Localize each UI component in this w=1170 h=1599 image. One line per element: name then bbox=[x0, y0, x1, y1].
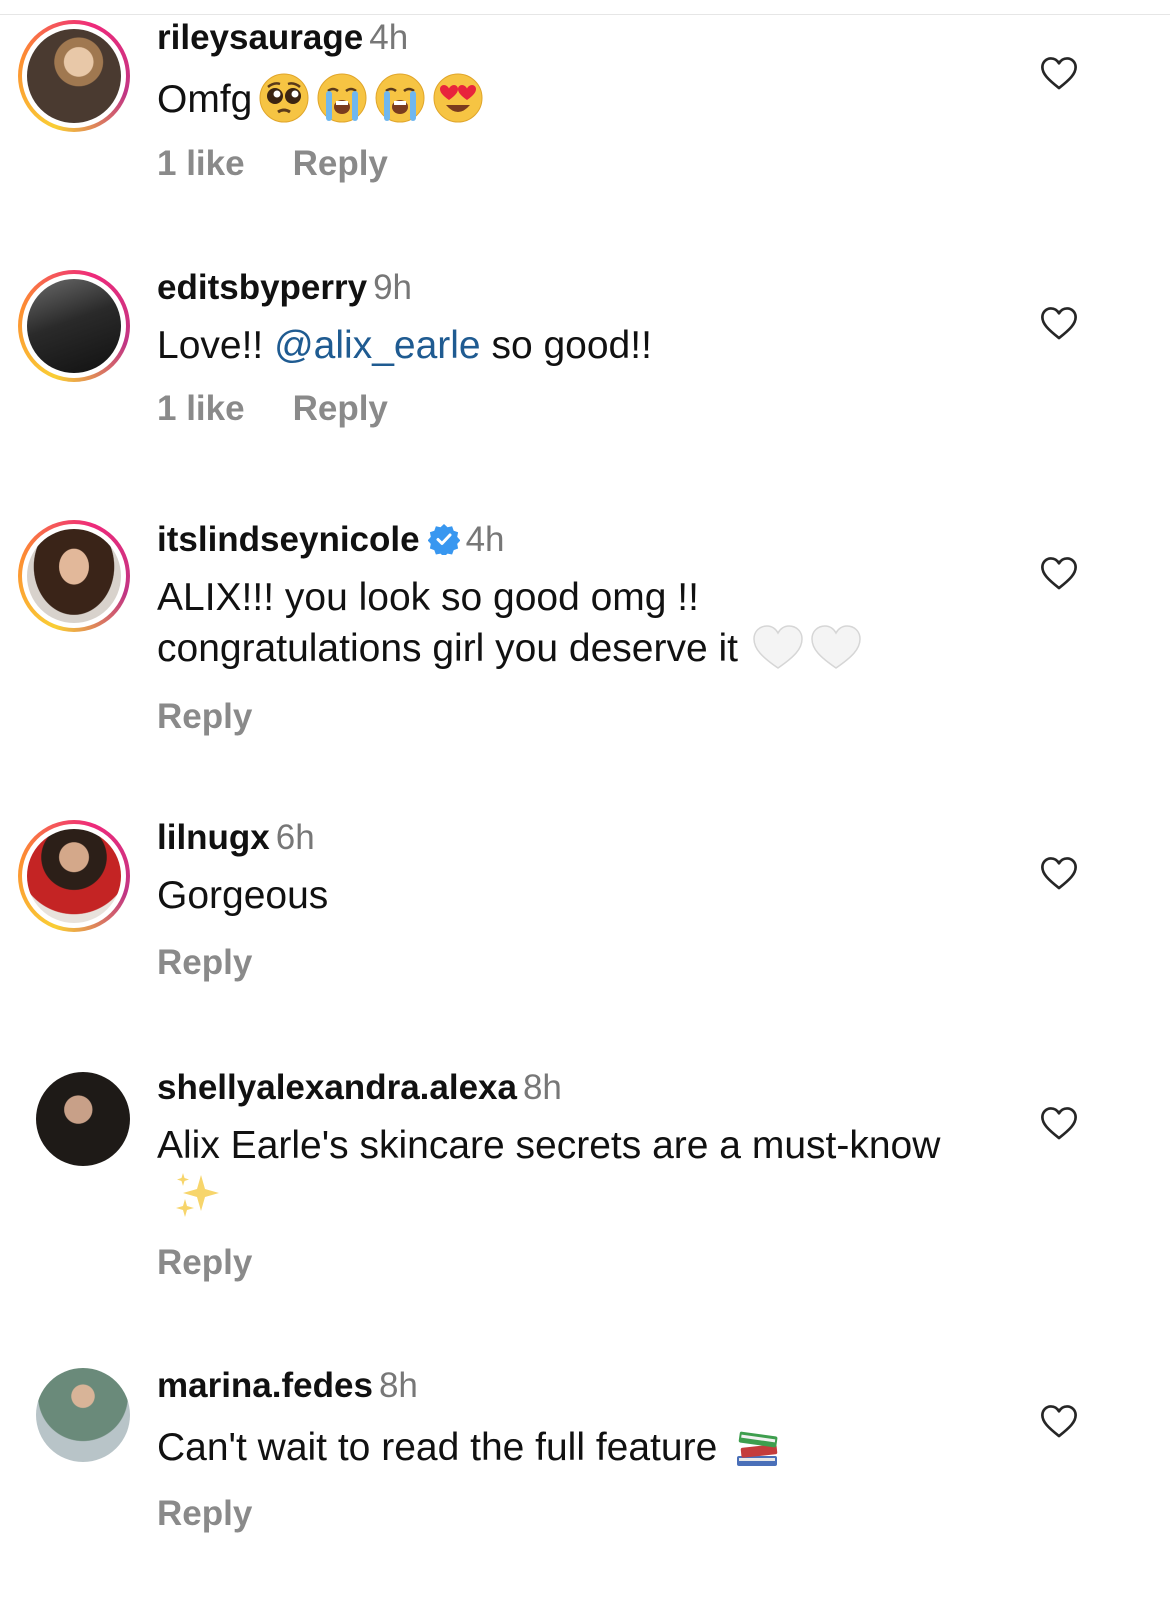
white-heart-emoji bbox=[811, 625, 861, 669]
loudly-crying-face-emoji bbox=[374, 72, 426, 124]
avatar-story-ring[interactable] bbox=[18, 820, 130, 932]
timestamp: 8h bbox=[522, 1068, 562, 1107]
username[interactable]: editsbyperry bbox=[157, 268, 367, 307]
like-count[interactable]: 1 like bbox=[157, 389, 245, 428]
reply-button[interactable]: Reply bbox=[293, 389, 388, 428]
avatar bbox=[27, 829, 121, 923]
heart-eyes-face-emoji bbox=[433, 73, 483, 123]
loudly-crying-face-emoji bbox=[316, 72, 368, 124]
timestamp: 4h bbox=[369, 18, 409, 57]
white-heart-emoji bbox=[753, 625, 803, 669]
timestamp: 4h bbox=[465, 520, 505, 559]
username[interactable]: itslindseynicole bbox=[157, 520, 420, 559]
top-divider bbox=[0, 14, 1170, 15]
verified-badge-icon bbox=[427, 524, 460, 555]
heart-outline-icon[interactable] bbox=[1040, 55, 1078, 91]
comment-text: Alix Earle's skincare secrets are a must… bbox=[157, 1124, 941, 1167]
like-count[interactable]: 1 like bbox=[157, 144, 245, 183]
comment-text: so good!! bbox=[480, 324, 652, 367]
avatar bbox=[27, 29, 121, 123]
username[interactable]: rileysaurage bbox=[157, 18, 363, 57]
heart-outline-icon[interactable] bbox=[1040, 1105, 1078, 1141]
avatar-story-ring[interactable] bbox=[18, 270, 130, 382]
reply-button[interactable]: Reply bbox=[293, 144, 388, 183]
reply-button[interactable]: Reply bbox=[157, 943, 252, 982]
timestamp: 9h bbox=[373, 268, 413, 307]
books-emoji bbox=[737, 1431, 778, 1466]
comment-text: Can't wait to read the full feature bbox=[157, 1426, 718, 1469]
avatar[interactable] bbox=[36, 1368, 130, 1462]
username[interactable]: lilnugx bbox=[157, 818, 270, 857]
pleading-face-emoji bbox=[259, 73, 309, 123]
timestamp: 8h bbox=[378, 1366, 418, 1405]
heart-outline-icon[interactable] bbox=[1040, 1403, 1078, 1439]
comment-text: Gorgeous bbox=[157, 874, 329, 917]
reply-button[interactable]: Reply bbox=[157, 1243, 252, 1282]
heart-outline-icon[interactable] bbox=[1040, 555, 1078, 591]
sparkles-emoji bbox=[176, 1173, 219, 1217]
reply-button[interactable]: Reply bbox=[157, 697, 252, 736]
username[interactable]: marina.fedes bbox=[157, 1366, 373, 1405]
comment-text: Love!! bbox=[157, 324, 275, 367]
avatar bbox=[27, 529, 121, 623]
comment-text: Omfg bbox=[157, 78, 253, 121]
avatar-story-ring[interactable] bbox=[18, 520, 130, 632]
avatar-story-ring[interactable] bbox=[18, 20, 130, 132]
username[interactable]: shellyalexandra.alexa bbox=[157, 1068, 517, 1107]
heart-outline-icon[interactable] bbox=[1040, 855, 1078, 891]
avatar bbox=[27, 279, 121, 373]
avatar[interactable] bbox=[36, 1072, 130, 1166]
mention-link[interactable]: @alix_earle bbox=[274, 324, 481, 367]
reply-button[interactable]: Reply bbox=[157, 1494, 252, 1533]
comment-text: ALIX!!! you look so good omg !! congratu… bbox=[157, 576, 738, 670]
timestamp: 6h bbox=[275, 818, 315, 857]
heart-outline-icon[interactable] bbox=[1040, 305, 1078, 341]
